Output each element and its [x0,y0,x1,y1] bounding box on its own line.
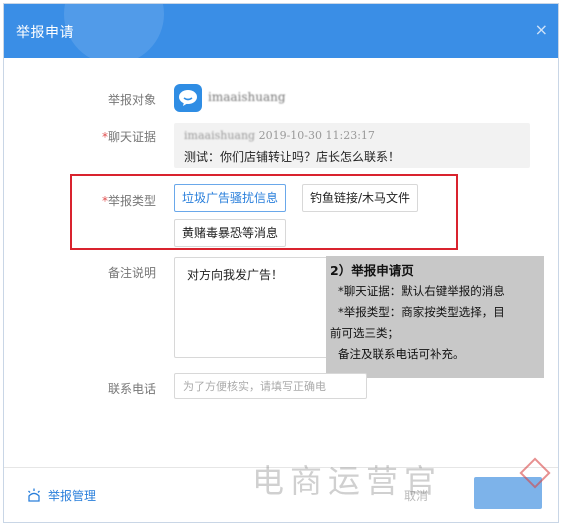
close-icon[interactable]: × [535,20,548,39]
target-username: imaaishuang [208,90,286,104]
chat-meta-name: imaaishuang [184,129,256,142]
type-option-spam[interactable]: 垃圾广告骚扰信息 [174,184,287,212]
chat-meta: imaaishuang 2019-10-30 11:23:17 [184,129,375,142]
chat-evidence-box: imaaishuang 2019-10-30 11:23:17 测试：你们店铺转… [174,123,530,168]
type-label-text: 举报类型 [107,194,156,208]
annotation-line-4: 备注及联系电话可补充。 [338,347,465,361]
phone-input[interactable] [174,373,367,399]
annotation-heading: 2）举报申请页 [330,263,414,278]
target-label: 举报对象 [66,91,156,108]
chat-bubble-icon [179,90,197,106]
chat-label-text: 聊天证据 [107,130,156,144]
report-manage-link[interactable]: 举报管理 [26,487,96,504]
chat-label: *聊天证据 [101,130,156,144]
type-option-phishing[interactable]: 钓鱼链接/木马文件 [302,184,419,212]
phone-label-text: 联系电话 [107,382,156,396]
type-label: *举报类型 [101,194,156,208]
dialog-title: 举报申请 [16,25,74,41]
phone-label: 联系电话 [66,380,156,397]
titlebar-decoration [64,4,164,58]
avatar [174,84,202,112]
remarks-value: 对方向我发广告！ [187,268,284,282]
dialog-titlebar: 举报申请 × [4,4,558,58]
annotation-line-3: 前可选三类； [330,326,399,340]
report-dialog: 举报申请 × 举报对象 imaaishuang *聊天证据 imaaishuan… [3,3,559,523]
type-option-illegal[interactable]: 黄赌毒暴恐等消息 [174,219,287,247]
annotation-line-2: *举报类型：商家按类型选择，目 [338,305,505,319]
target-label-text: 举报对象 [107,93,156,107]
remarks-label-text: 备注说明 [107,266,156,280]
annotation-note: 2）举报申请页 *聊天证据：默认右键举报的消息 *举报类型：商家按类型选择，目 … [326,256,544,378]
report-manage-label: 举报管理 [48,489,97,503]
report-icon [28,488,40,502]
chat-meta-time: 2019-10-30 11:23:17 [258,129,375,142]
annotation-line-1: *聊天证据：默认右键举报的消息 [338,284,505,298]
chat-message: 测试：你们店铺转让吗？店长怎么联系！ [184,150,401,164]
watermark: 电商运营官 [252,462,443,500]
remarks-label: 备注说明 [66,264,156,281]
